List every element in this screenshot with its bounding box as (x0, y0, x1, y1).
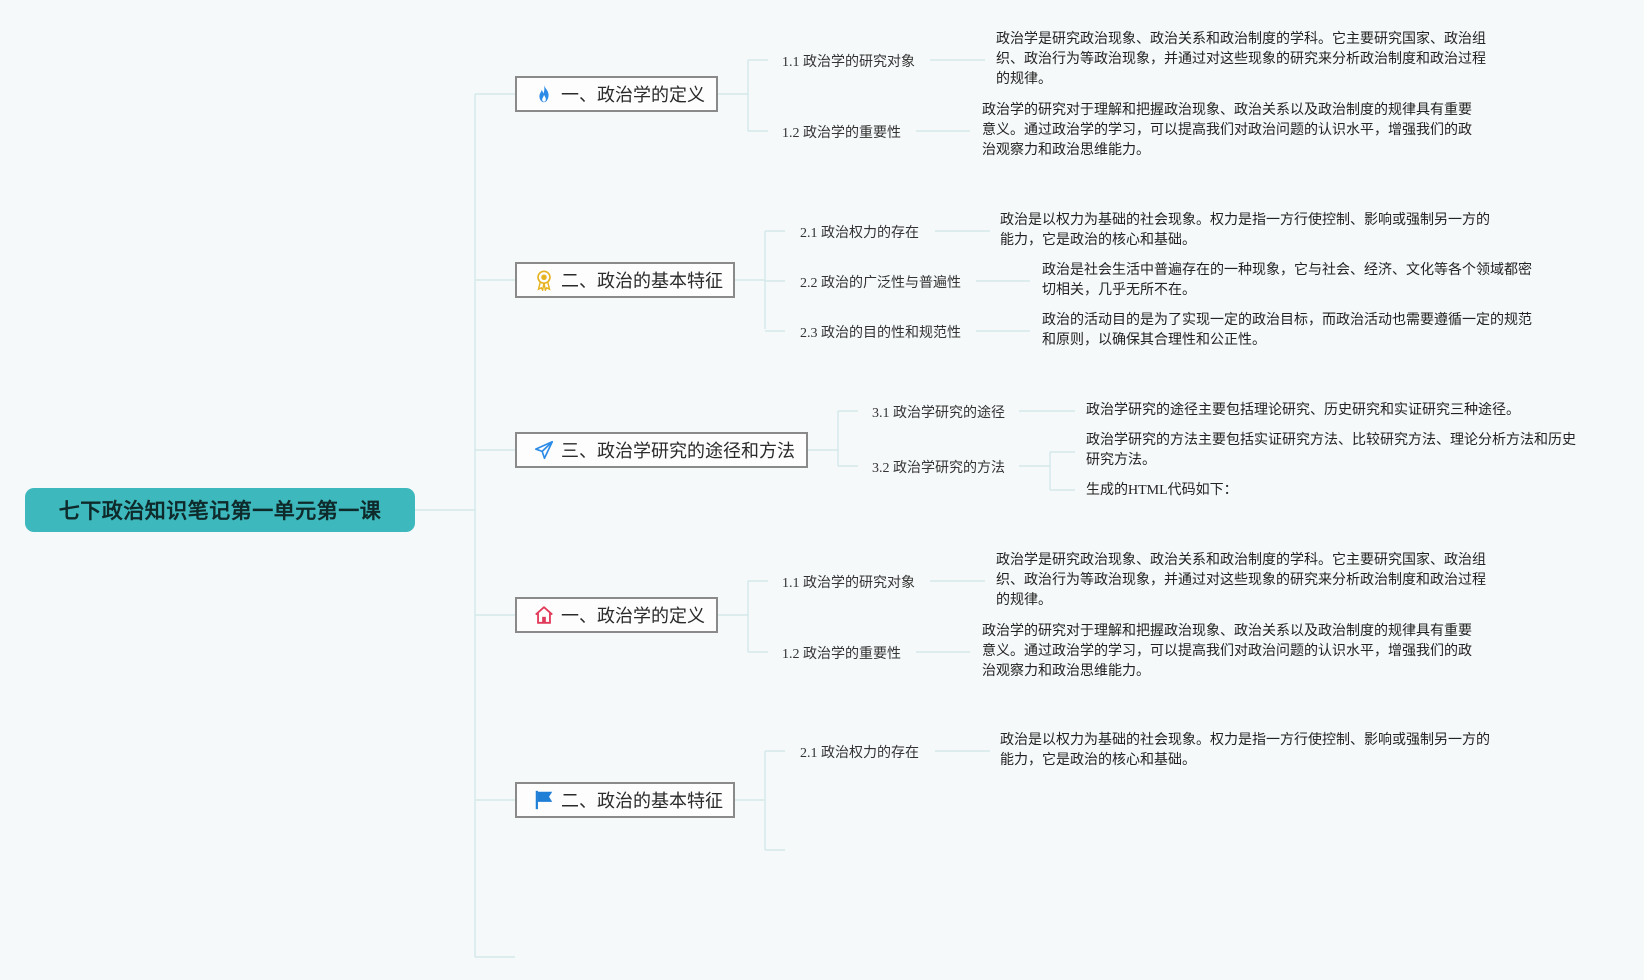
root-topic[interactable]: 七下政治知识笔记第一单元第一课 (25, 488, 415, 532)
paper-plane-icon (533, 439, 555, 461)
root-title: 七下政治知识笔记第一单元第一课 (58, 499, 382, 523)
topic-3-sub-1[interactable]: 3.1 政治学研究的途径 (872, 402, 1005, 422)
topic-2-sub-2-desc: 政治是社会生活中普遍存在的一种现象，它与社会、经济、文化等各个领域都密切相关，几… (1042, 263, 1532, 298)
topic-4-sub-2[interactable]: 1.2 政治学的重要性 (782, 643, 901, 663)
topic-4[interactable]: 一、政治学的定义 (515, 597, 718, 633)
topic-5-sub-1-desc: 政治是以权力为基础的社会现象。权力是指一方行使控制、影响或强制另一方的能力，它是… (1000, 733, 1490, 768)
topic-2-sub-2[interactable]: 2.2 政治的广泛性与普遍性 (800, 272, 961, 292)
topic-1-sub-2-desc: 政治学的研究对于理解和把握政治现象、政治关系以及政治制度的规律具有重要意义。通过… (982, 103, 1472, 158)
topic-4-label: 一、政治学的定义 (561, 606, 705, 627)
topic-3[interactable]: 三、政治学研究的途径和方法 (515, 432, 808, 468)
topic-1[interactable]: 一、政治学的定义 (515, 76, 718, 112)
topic-2-sub-3-desc: 政治的活动目的是为了实现一定的政治目标，而政治活动也需要遵循一定的规范和原则，以… (1042, 313, 1532, 348)
topic-3-label: 三、政治学研究的途径和方法 (561, 441, 795, 462)
topic-2-sub-3[interactable]: 2.3 政治的目的性和规范性 (800, 322, 961, 342)
topic-4-sub-2-desc: 政治学的研究对于理解和把握政治现象、政治关系以及政治制度的规律具有重要意义。通过… (982, 624, 1472, 679)
topic-3-sub-2[interactable]: 3.2 政治学研究的方法 (872, 457, 1005, 477)
topic-2[interactable]: 二、政治的基本特征 (515, 262, 735, 298)
topic-3-sub-2-desc-2: 生成的HTML代码如下： (1086, 483, 1238, 498)
topic-3-sub-2-desc-1: 政治学研究的方法主要包括实证研究方法、比较研究方法、理论分析方法和历史研究方法。 (1086, 433, 1576, 468)
home-icon (533, 604, 555, 626)
topic-3-sub-1-desc: 政治学研究的途径主要包括理论研究、历史研究和实证研究三种途径。 (1086, 403, 1520, 418)
flame-icon (533, 83, 555, 105)
topic-2-sub-1-desc: 政治是以权力为基础的社会现象。权力是指一方行使控制、影响或强制另一方的能力，它是… (1000, 213, 1490, 248)
topic-1-label: 一、政治学的定义 (561, 85, 705, 106)
topic-5-sub-1[interactable]: 2.1 政治权力的存在 (800, 742, 919, 762)
flag-icon (533, 789, 555, 811)
topic-1-sub-2[interactable]: 1.2 政治学的重要性 (782, 122, 901, 142)
medal-icon (533, 269, 555, 291)
topic-1-sub-1-desc: 政治学是研究政治现象、政治关系和政治制度的学科。它主要研究国家、政治组织、政治行… (996, 32, 1486, 87)
topic-1-sub-1[interactable]: 1.1 政治学的研究对象 (782, 51, 915, 71)
topic-5[interactable]: 二、政治的基本特征 (515, 782, 735, 818)
topic-5-label: 二、政治的基本特征 (561, 791, 723, 812)
topic-2-label: 二、政治的基本特征 (561, 271, 723, 292)
topic-2-sub-1[interactable]: 2.1 政治权力的存在 (800, 222, 919, 242)
topic-4-sub-1-desc: 政治学是研究政治现象、政治关系和政治制度的学科。它主要研究国家、政治组织、政治行… (996, 553, 1486, 608)
topic-4-sub-1[interactable]: 1.1 政治学的研究对象 (782, 572, 915, 592)
